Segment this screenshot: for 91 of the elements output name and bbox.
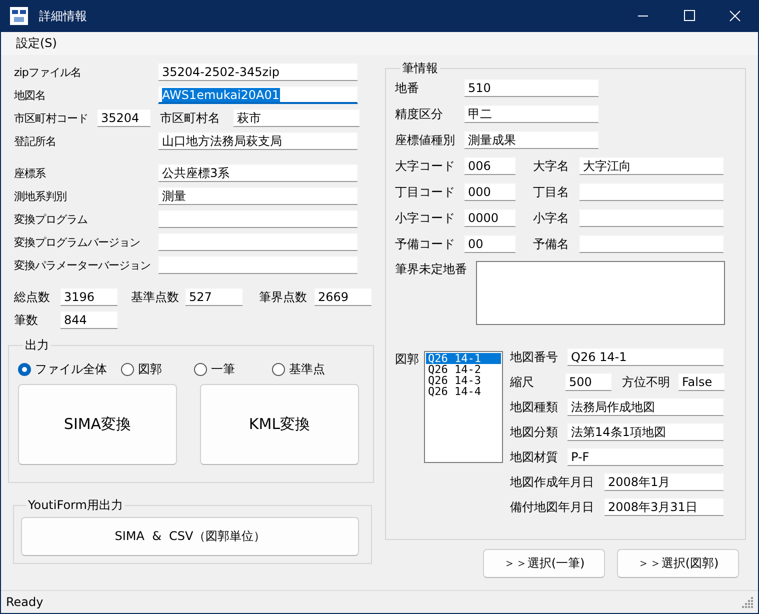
text-field[interactable]: 山口地方法務局萩支局 — [158, 132, 358, 150]
text-field[interactable]: 法務局作成地図 — [567, 398, 724, 416]
field-label: 図郭 — [395, 351, 420, 368]
field-label: 地図作成年月日 — [510, 474, 595, 490]
field-label: 変換パラメーターバージョン — [14, 258, 152, 272]
text-area[interactable] — [476, 261, 725, 325]
text-field[interactable]: 測量 — [158, 187, 358, 205]
field-label: zipファイル名 — [14, 64, 82, 80]
field-label: 基準点数 — [131, 288, 180, 306]
text-field[interactable] — [579, 183, 724, 201]
text-field[interactable]: 500 — [565, 373, 612, 391]
text-field[interactable]: 00 — [464, 235, 516, 253]
field-label: 精度区分 — [395, 106, 444, 122]
text-field[interactable]: 006 — [464, 157, 516, 175]
field-label: 方位不明 — [622, 374, 671, 390]
group-title: 出力 — [24, 337, 50, 354]
group-title: YoutiForm用出力 — [27, 497, 124, 514]
convert-button[interactable]: KML変換 — [200, 384, 359, 465]
text-field[interactable]: 0000 — [464, 209, 516, 227]
radio-option[interactable]: ファイル全体 — [18, 360, 107, 378]
field-label: 地図名 — [14, 88, 46, 102]
text-field[interactable]: 大字江向 — [579, 157, 724, 175]
radio-option[interactable]: 一筆 — [194, 360, 235, 378]
text-field[interactable]: False — [678, 373, 725, 391]
field-label: 筆数 — [14, 312, 39, 328]
list-item[interactable]: Q26 14-1 — [426, 353, 501, 364]
field-label: 備付地図年月日 — [510, 498, 595, 516]
field-label: 大字名 — [533, 158, 570, 174]
list-item[interactable]: Q26 14-4 — [426, 386, 501, 397]
select-button[interactable]: ＞＞選択(一筆) — [483, 549, 605, 578]
convert-button[interactable]: SIMA変換 — [18, 384, 177, 465]
field-label: 筆界未定地番 — [395, 261, 468, 278]
list-item[interactable]: Q26 14-2 — [426, 364, 501, 375]
text-field[interactable]: P-F — [567, 448, 724, 466]
status-text: Ready — [6, 595, 44, 609]
text-field[interactable]: 法第14条1項地図 — [567, 423, 724, 441]
field-label: 地図種類 — [510, 398, 559, 416]
field-label: 総点数 — [14, 288, 51, 306]
text-field[interactable]: Q26 14-1 — [567, 348, 724, 366]
text-field[interactable] — [579, 235, 724, 253]
text-field[interactable] — [158, 233, 358, 251]
menu-item[interactable]: 設定(S) — [16, 35, 57, 52]
field-label: 筆界点数 — [259, 288, 308, 306]
select-button[interactable]: ＞＞選択(図郭) — [617, 549, 739, 578]
field-label: 座標系 — [14, 166, 47, 180]
text-field[interactable]: 510 — [464, 79, 599, 97]
field-label: 丁目コード — [395, 184, 456, 200]
field-label: 市区町村名 — [160, 110, 221, 126]
text-field[interactable]: 2008年3月31日 — [604, 498, 724, 516]
window-title: 詳細情報 — [39, 8, 87, 24]
field-label: 地番 — [395, 80, 420, 96]
text-field[interactable]: 844 — [60, 311, 118, 329]
text-field[interactable]: 527 — [185, 288, 243, 306]
export-button[interactable]: SIMA & CSV（図郭単位） — [21, 517, 359, 556]
field-label: 縮尺 — [510, 374, 535, 390]
text-field[interactable]: 2008年1月 — [604, 473, 724, 491]
list-item[interactable]: Q26 14-3 — [426, 375, 501, 386]
field-label: 変換プログラムバージョン — [14, 234, 141, 250]
text-field[interactable]: 2669 — [314, 288, 372, 306]
radio-option[interactable]: 図郭 — [121, 360, 162, 378]
field-label: 小字名 — [533, 210, 570, 226]
text-field[interactable]: 000 — [464, 183, 516, 201]
group-title: 筆情報 — [401, 60, 439, 77]
field-label: 地図分類 — [510, 424, 559, 440]
field-label: 丁目名 — [533, 184, 570, 200]
text-field[interactable] — [158, 256, 358, 274]
field-label: 大字コード — [395, 158, 456, 174]
text-field[interactable]: 甲二 — [464, 105, 599, 123]
list-box[interactable]: Q26 14-1 Q26 14-2 Q26 14-3 Q26 14-4 — [424, 351, 503, 463]
app-icon — [10, 7, 28, 25]
field-label: 測地系判別 — [14, 188, 68, 204]
text-field[interactable] — [158, 210, 358, 228]
text-field[interactable] — [579, 209, 724, 227]
radio-option[interactable]: 基準点 — [272, 360, 325, 378]
field-label: 地図番号 — [510, 348, 559, 366]
text-field[interactable]: 35204 — [97, 109, 151, 127]
field-label: 市区町村コード — [14, 110, 90, 126]
field-label: 小字コード — [395, 210, 456, 226]
field-label: 予備コード — [395, 236, 456, 252]
field-label: 登記所名 — [14, 134, 57, 148]
text-field[interactable]: AWS1emukai20A01 — [158, 86, 358, 104]
text-field[interactable]: 萩市 — [233, 109, 360, 127]
field-label: 地図材質 — [510, 448, 559, 466]
text-field[interactable]: 測量成果 — [464, 131, 599, 149]
field-label: 予備名 — [533, 236, 570, 252]
text-field[interactable]: 公共座標3系 — [158, 164, 358, 182]
field-label: 座標値種別 — [395, 132, 456, 148]
text-field[interactable]: 35204-2502-345zip — [158, 63, 358, 81]
resize-grip-icon[interactable] — [742, 596, 754, 608]
field-label: 変換プログラム — [14, 212, 88, 226]
text-field[interactable]: 3196 — [60, 288, 118, 306]
